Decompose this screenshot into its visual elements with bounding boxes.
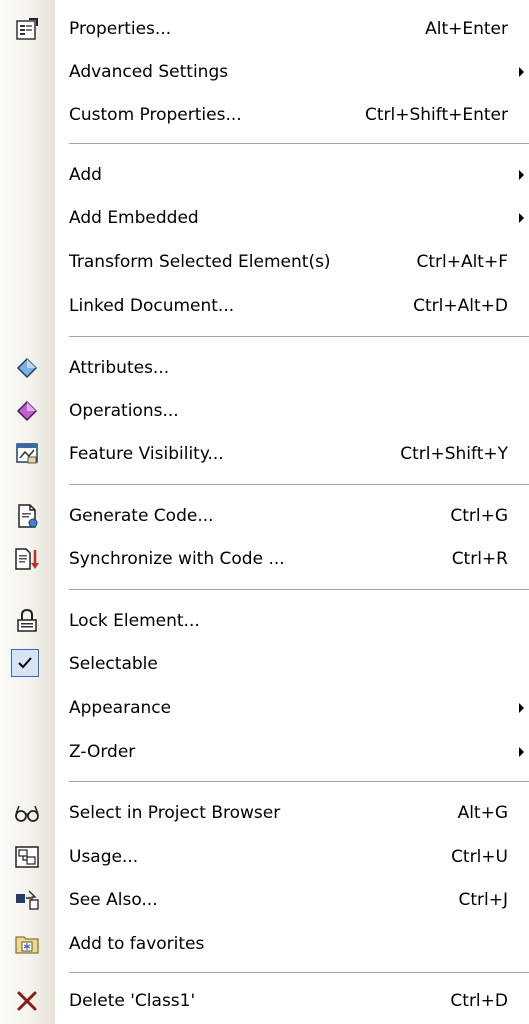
menu-item-feature-visibility[interactable]: Feature Visibility... Ctrl+Shift+Y	[0, 432, 529, 476]
menu-item-label: Select in Project Browser	[69, 803, 281, 823]
menu-item-generate-code[interactable]: Generate Code... Ctrl+G	[0, 494, 529, 538]
menu-item-label: See Also...	[69, 890, 158, 910]
operations-icon	[14, 398, 40, 424]
menu-separator	[69, 781, 529, 783]
menu-item-z-order[interactable]: Z-Order	[0, 730, 529, 774]
menu-item-label: Synchronize with Code ...	[69, 549, 285, 569]
menu-item-shortcut: Ctrl+Alt+D	[413, 296, 508, 316]
checkmark-icon	[11, 649, 39, 677]
menu-item-shortcut: Ctrl+R	[451, 549, 508, 569]
menu-item-shortcut: Ctrl+G	[450, 506, 508, 526]
menu-item-label: Properties...	[69, 19, 172, 39]
attributes-icon	[14, 355, 40, 381]
menu-item-shortcut: Alt+G	[457, 803, 508, 823]
menu-item-selectable[interactable]: Selectable	[0, 642, 529, 686]
menu-item-transform-selected[interactable]: Transform Selected Element(s) Ctrl+Alt+F	[0, 240, 529, 284]
menu-item-label: Add Embedded	[69, 208, 199, 228]
generate-code-icon	[14, 503, 40, 529]
submenu-arrow-icon	[519, 67, 524, 77]
delete-x-icon	[14, 988, 40, 1014]
menu-item-advanced-settings[interactable]: Advanced Settings	[0, 50, 529, 94]
menu-item-select-in-project-browser[interactable]: Select in Project Browser Alt+G	[0, 791, 529, 835]
submenu-arrow-icon	[519, 747, 524, 757]
submenu-arrow-icon	[519, 703, 524, 713]
menu-item-shortcut: Ctrl+J	[458, 890, 508, 910]
menu-separator	[69, 336, 529, 338]
menu-item-add[interactable]: Add	[0, 153, 529, 197]
menu-item-label: Usage...	[69, 847, 139, 867]
menu-item-custom-properties[interactable]: Custom Properties... Ctrl+Shift+Enter	[0, 93, 529, 137]
menu-item-properties[interactable]: Properties... Alt+Enter	[0, 7, 529, 51]
menu-item-label: Z-Order	[69, 742, 136, 762]
menu-item-delete[interactable]: Delete 'Class1' Ctrl+D	[0, 979, 529, 1023]
menu-item-shortcut: Ctrl+Shift+Y	[400, 444, 508, 464]
menu-item-usage[interactable]: Usage... Ctrl+U	[0, 835, 529, 879]
menu-item-attributes[interactable]: Attributes...	[0, 346, 529, 390]
menu-item-label: Lock Element...	[69, 611, 200, 631]
menu-item-label: Feature Visibility...	[69, 444, 224, 464]
menu-separator	[69, 589, 529, 591]
menu-item-linked-document[interactable]: Linked Document... Ctrl+Alt+D	[0, 284, 529, 328]
menu-separator	[69, 484, 529, 486]
menu-item-see-also[interactable]: See Also... Ctrl+J	[0, 878, 529, 922]
menu-item-shortcut: Ctrl+Alt+F	[416, 252, 508, 272]
usage-icon	[14, 844, 40, 870]
favorites-folder-icon	[14, 931, 40, 957]
menu-item-label: Delete 'Class1'	[69, 991, 196, 1011]
glasses-icon	[14, 800, 40, 826]
menu-item-add-embedded[interactable]: Add Embedded	[0, 196, 529, 240]
menu-item-synchronize-code[interactable]: Synchronize with Code ... Ctrl+R	[0, 537, 529, 581]
synchronize-icon	[14, 546, 40, 572]
menu-item-shortcut: Ctrl+U	[451, 847, 508, 867]
menu-item-label: Operations...	[69, 401, 179, 421]
menu-item-label: Generate Code...	[69, 506, 214, 526]
submenu-arrow-icon	[519, 213, 524, 223]
properties-icon	[14, 16, 40, 42]
menu-separator	[69, 143, 529, 145]
menu-item-lock-element[interactable]: Lock Element...	[0, 599, 529, 643]
context-menu: Properties... Alt+Enter Advanced Setting…	[0, 0, 529, 1024]
menu-item-label: Add	[69, 165, 102, 185]
lock-icon	[14, 608, 40, 634]
menu-item-label: Appearance	[69, 698, 172, 718]
menu-item-shortcut: Alt+Enter	[425, 19, 508, 39]
menu-item-label: Attributes...	[69, 358, 170, 378]
menu-item-operations[interactable]: Operations...	[0, 389, 529, 433]
menu-item-label: Selectable	[69, 654, 158, 674]
menu-separator	[69, 972, 529, 974]
submenu-arrow-icon	[519, 170, 524, 180]
menu-item-label: Add to favorites	[69, 934, 205, 954]
see-also-icon	[14, 887, 40, 913]
menu-item-label: Linked Document...	[69, 296, 235, 316]
menu-item-label: Custom Properties...	[69, 105, 242, 125]
menu-item-shortcut: Ctrl+Shift+Enter	[364, 105, 508, 125]
menu-item-appearance[interactable]: Appearance	[0, 686, 529, 730]
menu-item-label: Advanced Settings	[69, 62, 229, 82]
feature-visibility-icon	[14, 441, 40, 467]
menu-item-label: Transform Selected Element(s)	[69, 252, 331, 272]
menu-item-add-to-favorites[interactable]: Add to favorites	[0, 922, 529, 966]
menu-item-shortcut: Ctrl+D	[450, 991, 508, 1011]
